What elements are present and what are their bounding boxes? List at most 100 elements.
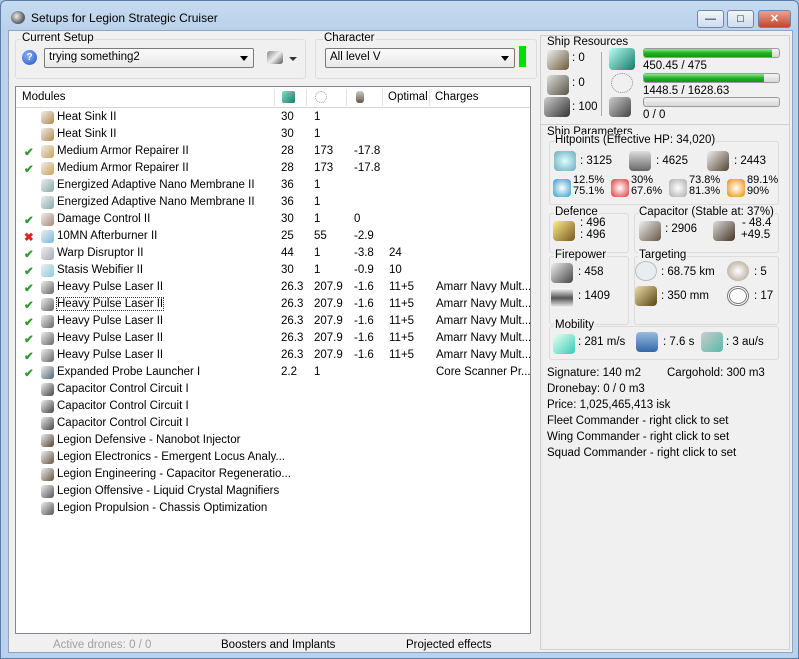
launcher-icon xyxy=(547,75,569,95)
volley-value: : 1409 xyxy=(578,290,610,302)
module-row[interactable]: Capacitor Control Circuit I xyxy=(16,398,530,415)
chevron-down-icon[interactable] xyxy=(289,57,297,65)
kinetic-armor-resist: 81.3% xyxy=(689,185,721,197)
module-optimal: 11+5 xyxy=(389,298,415,310)
module-row[interactable]: Legion Propulsion - Chassis Optimization xyxy=(16,500,530,517)
help-icon[interactable]: ? xyxy=(22,50,37,65)
projected-effects-tab[interactable]: Projected effects xyxy=(406,639,491,651)
volley-icon xyxy=(551,288,573,308)
capacitor-regen: +49.5 xyxy=(741,229,771,241)
wing-commander[interactable]: Wing Commander - right click to set xyxy=(547,431,729,443)
module-status-icon: ✔ xyxy=(24,368,34,380)
module-row[interactable]: Capacitor Control Circuit I xyxy=(16,381,530,398)
col-charges[interactable]: Charges xyxy=(435,91,478,103)
module-name: Heat Sink II xyxy=(57,111,117,123)
module-row[interactable]: ✔ Expanded Probe Launcher I 2.2 1 Core S… xyxy=(16,364,531,381)
module-row[interactable]: Energized Adaptive Nano Membrane II 36 1 xyxy=(16,194,530,211)
module-icon xyxy=(41,213,54,226)
module-optimal: 11+5 xyxy=(389,332,415,344)
module-icon xyxy=(41,247,54,260)
module-capacitor: -3.8 xyxy=(354,247,374,259)
module-icon xyxy=(41,179,54,192)
module-name: 10MN Afterburner II xyxy=(57,230,158,242)
app-icon xyxy=(11,11,25,24)
module-cpu: 30 xyxy=(281,128,294,140)
fleet-commander[interactable]: Fleet Commander - right click to set xyxy=(547,415,729,427)
explosive-armor-resist: 90% xyxy=(747,185,770,197)
close-button[interactable]: ✕ xyxy=(758,10,791,28)
character-value: All level V xyxy=(330,51,381,63)
module-capacitor: -1.6 xyxy=(354,349,374,361)
module-cpu: 36 xyxy=(281,196,294,208)
col-modules[interactable]: Modules xyxy=(22,91,65,103)
powergrid-value: 1448.5 / 1628.63 xyxy=(643,85,730,97)
scan-resolution-icon xyxy=(635,286,657,306)
module-row[interactable]: ✔ Heavy Pulse Laser II 26.3 207.9 -1.6 1… xyxy=(16,347,532,364)
active-drones-tab[interactable]: Active drones: 0 / 0 xyxy=(53,639,151,651)
module-row[interactable]: ✔ Warp Disruptor II 44 1 -3.8 24 xyxy=(16,245,530,262)
module-row[interactable]: ✔ Heavy Pulse Laser II 26.3 207.9 -1.6 1… xyxy=(16,330,531,347)
module-row[interactable]: ✖ 10MN Afterburner II 25 55 -2.9 xyxy=(16,228,530,245)
module-powergrid: 207.9 xyxy=(314,315,343,327)
dps-icon xyxy=(551,263,573,283)
module-cpu: 26.3 xyxy=(281,349,304,361)
module-row[interactable]: ✔ Heavy Pulse Laser II 26.3 207.9 -1.6 1… xyxy=(16,296,531,313)
setup-dropdown[interactable]: trying something2 xyxy=(44,48,254,68)
module-row[interactable]: Legion Offensive - Liquid Crystal Magnif… xyxy=(16,483,530,500)
module-powergrid: 1 xyxy=(314,366,321,378)
module-row[interactable]: ✔ Stasis Webifier II 30 1 -0.9 10 xyxy=(16,262,530,279)
module-charges: Amarr Navy Mult... xyxy=(436,349,532,361)
module-icon xyxy=(41,349,54,362)
module-name: Capacitor Control Circuit I xyxy=(57,400,189,412)
minimize-button[interactable]: — xyxy=(697,10,724,28)
ship-menu-icon[interactable] xyxy=(267,51,283,64)
setup-label: Current Setup xyxy=(21,32,95,44)
boosters-implants-tab[interactable]: Boosters and Implants xyxy=(221,639,335,651)
module-cpu: 28 xyxy=(281,145,294,157)
module-row[interactable]: Heat Sink II 30 1 xyxy=(16,126,530,143)
module-name: Heavy Pulse Laser II xyxy=(55,297,165,311)
modules-list[interactable]: Modules Optimal Charges Heat Sink II 30 … xyxy=(15,86,531,634)
module-cpu: 26.3 xyxy=(281,332,304,344)
module-powergrid: 1 xyxy=(314,264,321,276)
module-status-icon: ✔ xyxy=(24,283,34,295)
target-range-icon xyxy=(635,261,657,281)
modules-header: Modules Optimal Charges xyxy=(16,87,530,108)
module-row[interactable]: ✔ Heavy Pulse Laser II 26.3 207.9 -1.6 1… xyxy=(16,313,531,330)
capacitor-column-icon[interactable] xyxy=(356,91,364,103)
module-optimal: 11+5 xyxy=(389,315,415,327)
launcher-slots: : 0 xyxy=(572,77,585,89)
module-row[interactable]: Legion Engineering - Capacitor Regenerat… xyxy=(16,466,530,483)
module-powergrid: 1 xyxy=(314,128,321,140)
character-dropdown[interactable]: All level V xyxy=(325,48,515,68)
col-optimal[interactable]: Optimal xyxy=(388,91,428,103)
sensor-strength: : 17 xyxy=(754,290,774,302)
maximize-button[interactable]: □ xyxy=(727,10,754,28)
module-capacitor: -17.8 xyxy=(354,145,381,157)
module-name: Legion Defensive - Nanobot Injector xyxy=(57,434,241,446)
squad-commander[interactable]: Squad Commander - right click to set xyxy=(547,447,736,459)
signature: Signature: 140 m2 xyxy=(547,367,641,379)
module-status-icon: ✔ xyxy=(24,300,34,312)
module-row[interactable]: Legion Defensive - Nanobot Injector xyxy=(16,432,530,449)
module-row[interactable]: Legion Electronics - Emergent Locus Anal… xyxy=(16,449,530,466)
module-cpu: 26.3 xyxy=(281,298,304,310)
module-row[interactable]: Heat Sink II 30 1 xyxy=(16,109,530,126)
cpu-column-icon[interactable] xyxy=(282,91,295,103)
max-targets: : 5 xyxy=(754,266,767,278)
module-row[interactable]: ✔ Medium Armor Repairer II 28 173 -17.8 xyxy=(16,160,530,177)
module-icon xyxy=(41,332,54,345)
drone-bandwidth-bar xyxy=(643,97,780,107)
target-range: : 68.75 km xyxy=(661,266,715,278)
setup-value: trying something2 xyxy=(49,51,140,63)
module-icon xyxy=(41,264,54,277)
powergrid-column-icon[interactable] xyxy=(315,91,327,103)
module-row[interactable]: Capacitor Control Circuit I xyxy=(16,415,530,432)
module-row[interactable]: Energized Adaptive Nano Membrane II 36 1 xyxy=(16,177,530,194)
module-charges: Core Scanner Pr... xyxy=(436,366,531,378)
module-row[interactable]: ✔ Heavy Pulse Laser II 26.3 207.9 -1.6 1… xyxy=(16,279,531,296)
module-row[interactable]: ✔ Damage Control II 30 1 0 xyxy=(16,211,530,228)
mobility-label: Mobility xyxy=(554,319,595,331)
cpu-icon xyxy=(609,48,635,70)
module-row[interactable]: ✔ Medium Armor Repairer II 28 173 -17.8 xyxy=(16,143,530,160)
